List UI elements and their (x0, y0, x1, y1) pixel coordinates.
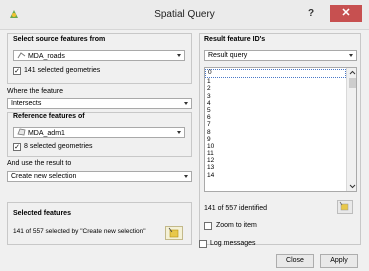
source-layer-combo[interactable]: MDA_roads (13, 50, 185, 61)
zoom-to-item-label: Zoom to item (216, 222, 257, 229)
where-label: Where the feature (7, 88, 64, 95)
source-selected-label: 141 selected geometries (24, 67, 101, 74)
chevron-down-icon (184, 175, 188, 178)
scroll-thumb[interactable] (349, 78, 356, 88)
use-result-combo[interactable]: Create new selection (7, 171, 192, 182)
result-id-item[interactable]: 9 (205, 136, 346, 143)
select-features-icon (168, 227, 179, 238)
zoom-to-selected-button[interactable] (337, 200, 353, 214)
log-messages-checkbox[interactable] (199, 240, 207, 248)
where-combo[interactable]: Intersects (7, 98, 192, 109)
result-id-item[interactable]: 6 (205, 114, 346, 121)
zoom-to-item-checkbox[interactable] (204, 222, 212, 230)
polygon-layer-icon (17, 128, 26, 136)
result-id-item[interactable]: 4 (205, 100, 346, 107)
result-id-item[interactable]: 8 (205, 129, 346, 136)
list-scrollbar[interactable] (346, 68, 357, 191)
source-layer-value: MDA_roads (27, 53, 65, 60)
chevron-down-icon (349, 54, 353, 57)
result-id-item[interactable]: 0 (205, 69, 346, 79)
reference-layer-combo[interactable]: MDA_adm1 (13, 127, 185, 138)
where-value: Intersects (11, 100, 42, 107)
close-window-button[interactable]: ✕ (330, 5, 362, 22)
result-id-item[interactable]: 2 (205, 85, 346, 92)
reference-selected-checkbox[interactable]: ✓ (13, 143, 21, 151)
chevron-down-icon (177, 54, 181, 57)
zoom-layer-icon (339, 201, 349, 211)
result-id-item[interactable]: 14 (205, 172, 346, 179)
result-query-combo[interactable]: Result query (204, 50, 357, 61)
result-id-item[interactable]: 11 (205, 150, 346, 157)
result-query-value: Result query (208, 52, 248, 59)
result-id-item[interactable]: 13 (205, 164, 346, 171)
use-result-label: And use the result to (7, 160, 72, 167)
result-id-list[interactable]: 0 1 2 3 4 5 6 7 8 9 10 11 12 13 14 (204, 67, 357, 192)
chevron-down-icon (177, 131, 181, 134)
result-title: Result feature ID's (204, 36, 266, 43)
result-id-item[interactable]: 5 (205, 107, 346, 114)
result-id-item[interactable]: 10 (205, 143, 346, 150)
result-id-item[interactable]: 7 (205, 121, 346, 128)
result-id-item[interactable]: 12 (205, 157, 346, 164)
scroll-down-icon[interactable] (347, 182, 357, 190)
line-layer-icon (17, 52, 26, 59)
source-selected-checkbox[interactable]: ✓ (13, 67, 21, 75)
source-features-title: Select source features from (13, 36, 106, 43)
apply-button[interactable]: Apply (320, 254, 358, 268)
reference-layer-value: MDA_adm1 (27, 130, 65, 137)
result-id-item[interactable]: 3 (205, 93, 346, 100)
reference-selected-label: 8 selected geometries (24, 143, 93, 150)
result-id-item[interactable]: 1 (205, 78, 346, 85)
scroll-up-icon[interactable] (347, 69, 357, 77)
select-features-button[interactable] (165, 226, 183, 240)
log-messages-label: Log messages (210, 240, 256, 247)
help-button[interactable]: ? (304, 8, 318, 21)
use-result-value: Create new selection (11, 173, 77, 180)
selected-features-status: 141 of 557 selected by "Create new selec… (13, 228, 146, 235)
chevron-down-icon (184, 102, 188, 105)
close-button[interactable]: Close (276, 254, 314, 268)
selected-features-title: Selected features (13, 210, 71, 217)
reference-features-title: Reference features of (13, 113, 85, 120)
identified-count: 141 of 557 identified (204, 205, 268, 212)
